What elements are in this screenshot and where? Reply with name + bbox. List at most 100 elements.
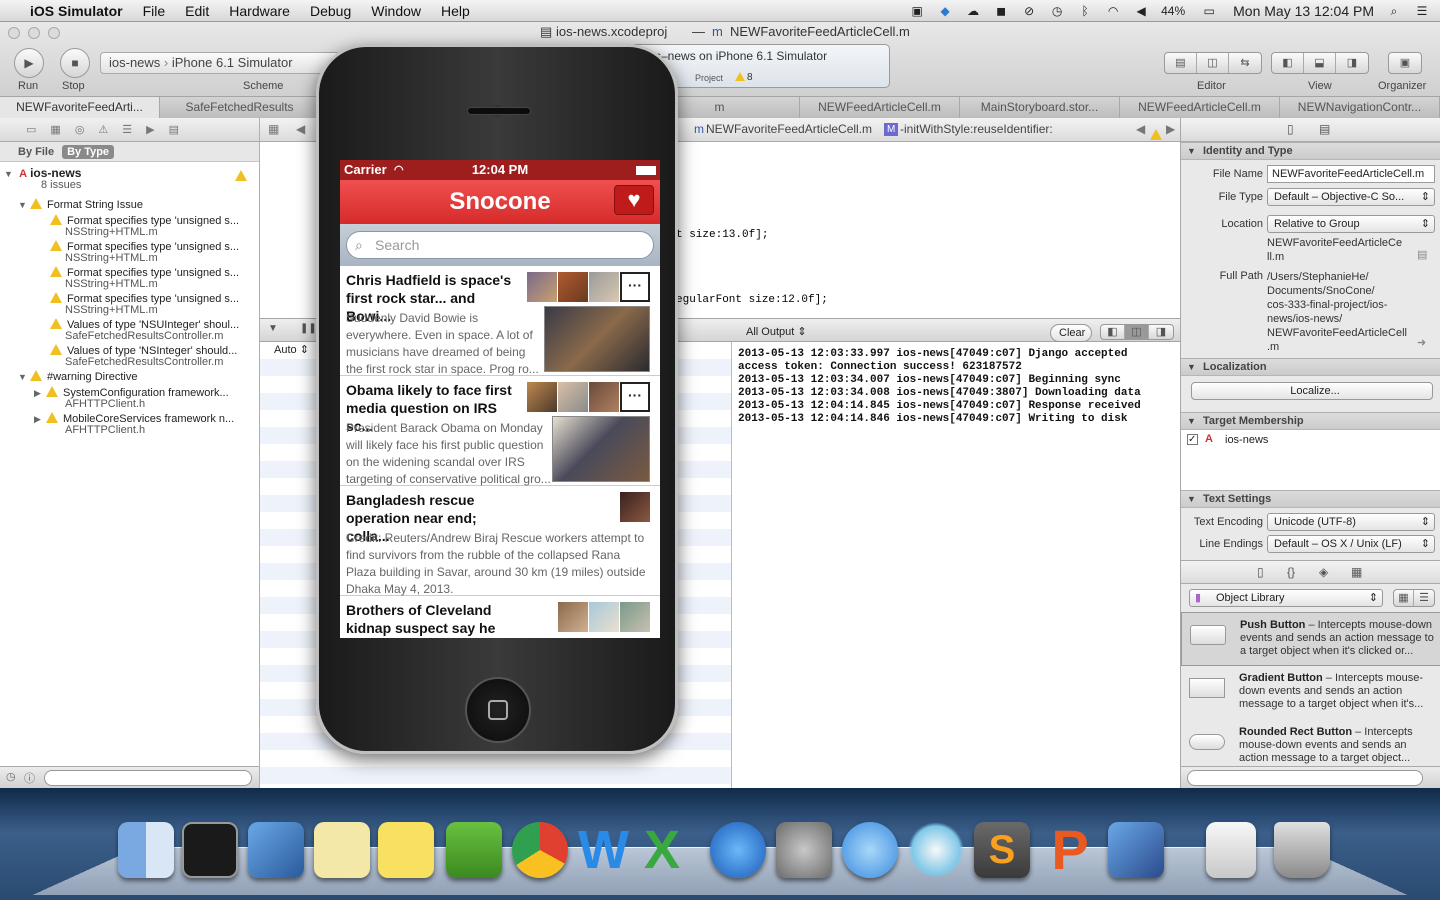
location-select[interactable]: Relative to Group ⇕ (1267, 215, 1435, 233)
by-type-tab[interactable]: By Type (62, 144, 115, 159)
tab-favorite-feed-article[interactable]: NEWFavoriteFeedArti... (0, 97, 160, 118)
terminal-icon[interactable] (182, 822, 238, 878)
issue-item[interactable]: Format specifies type 'unsigned s... NSSt… (0, 292, 258, 316)
jump-file[interactable]: NEWFavoriteFeedArticleCell.m (706, 118, 872, 141)
issue-navigator-icon[interactable]: ⚠ (98, 123, 108, 136)
article-cell[interactable]: Chris Hadfield is space's first rock sta… (340, 266, 660, 376)
library-select[interactable]: ▮ Object Library ⇕ (1189, 589, 1383, 607)
project-issue-row[interactable]: ▼ A ios-news 8 issues (0, 166, 258, 191)
article-cell[interactable]: Bangladesh rescue operation near end; co… (340, 486, 660, 596)
fish-app-icon[interactable] (908, 822, 964, 878)
menu-help[interactable]: Help (431, 3, 480, 19)
zoom-window-button[interactable] (48, 27, 60, 39)
minimize-window-button[interactable] (28, 27, 40, 39)
localize-button[interactable]: Localize... (1191, 382, 1433, 400)
previous-issue-icon[interactable]: ◀ (1136, 118, 1145, 141)
library-filter-field[interactable] (1187, 770, 1423, 786)
version-editor-icon[interactable]: ⇆ (1229, 53, 1261, 73)
do-not-disturb-icon[interactable]: ⊘ (1021, 4, 1037, 18)
navigator-toggle-icon[interactable]: ◧ (1272, 53, 1304, 73)
textedit-icon[interactable] (314, 822, 370, 878)
debug-navigator-icon[interactable]: ☰ (122, 123, 132, 136)
symbol-navigator-icon[interactable]: ▦ (50, 123, 60, 136)
code-line[interactable]: t size:13.0f]; (676, 229, 768, 241)
code-line[interactable]: egularFont size:12.0f]; (676, 294, 828, 306)
evernote-status-icon[interactable]: ▣ (909, 4, 925, 18)
app-menu[interactable]: iOS Simulator (20, 3, 133, 19)
disclosure-triangle-icon[interactable]: ▼ (1187, 359, 1196, 376)
article-cell[interactable]: Obama likely to face first media questio… (340, 376, 660, 486)
hide-debug-area-icon[interactable]: ▼ (268, 323, 278, 334)
messages-icon[interactable] (842, 822, 898, 878)
article-cell[interactable]: Brothers of Cleveland kidnap suspect say… (340, 596, 660, 638)
warning-directive-group[interactable]: ▼ #warning Directive (0, 370, 258, 383)
split-view-icon[interactable]: ◫ (1125, 325, 1149, 339)
app-status-icon[interactable]: ◼ (993, 4, 1009, 18)
more-friends-button[interactable]: ··· (620, 272, 650, 302)
xcode-icon[interactable] (248, 822, 304, 878)
editor-mode-control[interactable]: ▤ ◫ ⇆ (1164, 52, 1262, 74)
tab-safe-fetched-results[interactable]: SafeFetchedResults (160, 97, 320, 118)
disclosure-triangle-icon[interactable]: ▶ (34, 414, 46, 425)
powerpoint-icon[interactable]: P (1042, 822, 1098, 878)
menu-hardware[interactable]: Hardware (219, 3, 300, 19)
search-field[interactable]: ⌕ Search (346, 231, 654, 259)
list-view-icon[interactable]: ☰ (1414, 590, 1434, 606)
assistant-editor-icon[interactable]: ◫ (1197, 53, 1229, 73)
close-window-button[interactable] (8, 27, 20, 39)
file-inspector-icon[interactable]: ▯ (1287, 118, 1294, 141)
disclosure-triangle-icon[interactable]: ▼ (1187, 413, 1196, 430)
time-machine-icon[interactable]: ◷ (1049, 4, 1065, 18)
trash-icon[interactable] (1274, 822, 1330, 878)
excel-icon[interactable]: X (644, 822, 700, 878)
library-item-push-button[interactable]: Push Button – Intercepts mouse-down even… (1181, 612, 1440, 666)
target-checkbox[interactable]: ✓ (1187, 434, 1198, 445)
menu-file[interactable]: File (133, 3, 176, 19)
more-friends-button[interactable]: ··· (620, 382, 650, 412)
by-file-tab[interactable]: By File (18, 146, 54, 158)
quick-help-icon[interactable]: ▤ (1319, 118, 1330, 141)
search-navigator-icon[interactable]: ◎ (75, 123, 85, 136)
library-view-toggle[interactable]: ▦ ☰ (1393, 589, 1435, 607)
disclosure-triangle-icon[interactable]: ▼ (18, 372, 30, 382)
stop-button[interactable]: ■ (60, 48, 90, 78)
breakpoint-navigator-icon[interactable]: ▶ (146, 123, 154, 136)
file-type-select[interactable]: Default – Objective-C So... ⇕ (1267, 188, 1435, 206)
dropbox-status-icon[interactable]: ◆ (937, 4, 953, 18)
file-template-library-icon[interactable]: ▯ (1257, 561, 1264, 584)
library-item-rounded-rect-button[interactable]: Rounded Rect Button – Intercepts mouse-d… (1181, 720, 1440, 764)
error-filter-icon[interactable]: ⓘ (24, 770, 35, 786)
icon-view-icon[interactable]: ▦ (1394, 590, 1414, 606)
menu-window[interactable]: Window (361, 3, 431, 19)
chrome-icon[interactable] (512, 822, 568, 878)
warning-icon[interactable] (1150, 124, 1167, 147)
pause-icon[interactable]: ❚❚ (300, 323, 317, 334)
evernote-icon[interactable] (446, 822, 502, 878)
library-item-gradient-button[interactable]: Gradient Button – Intercepts mouse-down … (1181, 666, 1440, 720)
related-items-icon[interactable]: ▦ (268, 118, 279, 141)
console-layout-control[interactable]: ◧ ◫ ◨ (1100, 324, 1174, 340)
identity-section-header[interactable]: ▼ Identity and Type (1181, 142, 1440, 160)
tab-navigation-controller[interactable]: NEWNavigationContr... (1280, 97, 1440, 118)
next-issue-icon[interactable]: ▶ (1166, 118, 1175, 141)
home-button[interactable] (465, 677, 531, 743)
debug-area-toggle-icon[interactable]: ⬓ (1304, 53, 1336, 73)
log-navigator-icon[interactable]: ▤ (169, 123, 179, 136)
console-output[interactable]: 2013-05-13 12:03:33.997 ios-news[47049:c… (732, 342, 1180, 788)
spotlight-search-icon[interactable]: ⌕ (1386, 4, 1402, 18)
back-arrow-icon[interactable]: ◀ (296, 118, 305, 141)
system-preferences-icon[interactable] (776, 822, 832, 878)
disclosure-triangle-icon[interactable]: ▼ (18, 200, 30, 210)
tab-feed-article-cell-2[interactable]: NEWFeedArticleCell.m (1120, 97, 1280, 118)
output-filter-selector[interactable]: All Output ⇕ (740, 324, 810, 342)
sublime-text-icon[interactable]: S (974, 822, 1030, 878)
issue-item[interactable]: Values of type 'NSInteger' should... Safe… (0, 344, 258, 368)
utilities-toggle-icon[interactable]: ◨ (1336, 53, 1368, 73)
directive-item[interactable]: ▶ SystemConfiguration framework... AFHTTPC… (0, 386, 258, 410)
target-membership-section-header[interactable]: ▼ Target Membership (1181, 412, 1440, 430)
auto-scope-selector[interactable]: Auto ⇕ (268, 342, 314, 360)
tab-feed-article-cell[interactable]: NEWFeedArticleCell.m (800, 97, 960, 118)
disclosure-triangle-icon[interactable]: ▼ (4, 169, 16, 179)
project-navigator-icon[interactable]: ▭ (26, 123, 36, 136)
media-library-icon[interactable]: ▦ (1351, 561, 1362, 584)
